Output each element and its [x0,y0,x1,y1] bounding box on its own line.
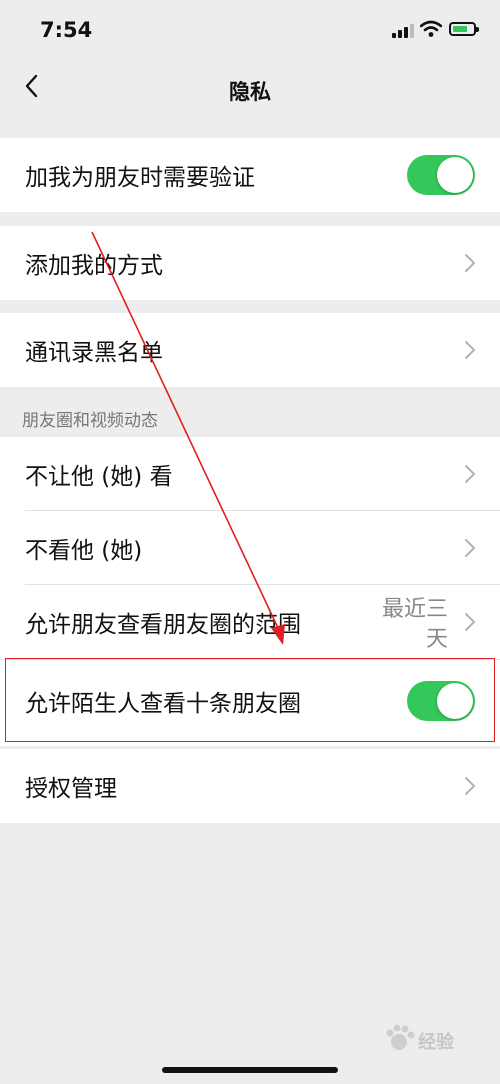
dont-let-see-label: 不让他 (她) 看 [25,464,173,490]
watermark-text: 经验 [418,1032,454,1053]
add-ways-label: 添加我的方式 [25,253,163,279]
chevron-right-icon [465,613,475,631]
dont-see-label: 不看他 (她) [25,538,143,564]
auth-row[interactable]: 授权管理 [0,749,500,823]
auth-group: 授权管理 [0,749,500,823]
dont-see-row[interactable]: 不看他 (她) [0,511,500,585]
verify-group: 加我为朋友时需要验证 [0,138,500,212]
dont-let-see-row[interactable]: 不让他 (她) 看 [0,437,500,511]
signal-icon [392,24,414,38]
chevron-right-icon [465,341,475,359]
range-label: 允许朋友查看朋友圈的范围 [25,612,301,638]
status-time: 7:54 [40,18,93,42]
blacklist-row[interactable]: 通讯录黑名单 [0,313,500,387]
watermark-logo: 经验 [382,1020,482,1060]
blacklist-label: 通讯录黑名单 [25,340,163,366]
range-row[interactable]: 允许朋友查看朋友圈的范围 最近三天 [0,585,500,659]
chevron-right-icon [465,777,475,795]
chevron-right-icon [465,539,475,557]
verify-label: 加我为朋友时需要验证 [25,165,255,191]
add-ways-group: 添加我的方式 [0,226,500,300]
add-ways-row[interactable]: 添加我的方式 [0,226,500,300]
nav-bar: 隐私 [0,62,500,120]
home-indicator[interactable] [162,1067,338,1073]
moments-section-header: 朋友圈和视频动态 [22,411,158,431]
battery-icon [449,22,479,36]
range-value: 最近三天 [381,597,448,652]
chevron-right-icon [465,254,475,272]
annotation-highlight-box [5,658,495,742]
verify-row[interactable]: 加我为朋友时需要验证 [0,138,500,212]
page-title: 隐私 [229,80,271,104]
chevron-right-icon [465,465,475,483]
blacklist-group: 通讯录黑名单 [0,313,500,387]
wifi-icon [420,20,442,37]
verify-toggle[interactable] [407,155,475,195]
auth-label: 授权管理 [25,776,117,802]
status-bar: 7:54 [0,0,500,62]
toggle-knob [437,157,473,193]
